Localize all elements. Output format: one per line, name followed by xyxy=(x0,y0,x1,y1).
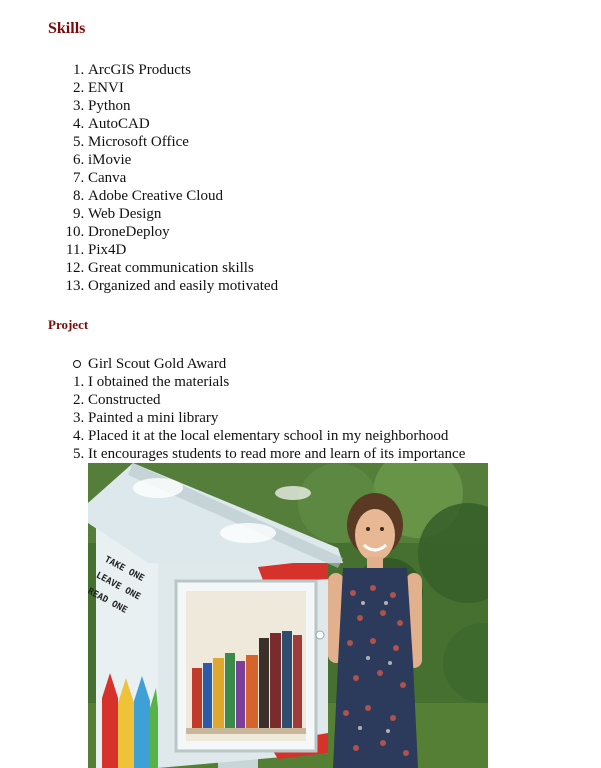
skill-item: Canva xyxy=(88,169,278,187)
skills-list: ArcGIS Products ENVI Python AutoCAD Micr… xyxy=(88,61,278,295)
skill-item: ArcGIS Products xyxy=(88,61,278,79)
skill-item: Adobe Creative Cloud xyxy=(88,187,278,205)
project-heading: Project xyxy=(48,317,89,332)
project-step-item: I obtained the materials xyxy=(88,373,465,391)
project-step-item: Constructed xyxy=(88,391,465,409)
skill-item: DroneDeploy xyxy=(88,223,278,241)
project-steps-list: I obtained the materials Constructed Pai… xyxy=(88,373,465,463)
project-bullet-item: Girl Scout Gold Award xyxy=(72,356,227,372)
little-library-photo: TAKE ONE LEAVE ONE READ ONE xyxy=(88,463,488,768)
resume-page: Skills ArcGIS Products ENVI Python AutoC… xyxy=(0,0,601,768)
project-step-item: Placed it at the local elementary school… xyxy=(88,427,465,445)
project-step-item: Painted a mini library xyxy=(88,409,465,427)
project-photo: TAKE ONE LEAVE ONE READ ONE xyxy=(88,463,488,768)
skill-item: Great communication skills xyxy=(88,259,278,277)
skill-item: AutoCAD xyxy=(88,115,278,133)
skill-item: Python xyxy=(88,97,278,115)
skill-item: Web Design xyxy=(88,205,278,223)
skill-item: Organized and easily motivated xyxy=(88,277,278,295)
skill-item: iMovie xyxy=(88,151,278,169)
project-bullet-list: Girl Scout Gold Award xyxy=(72,355,227,373)
project-step-item: It encourages students to read more and … xyxy=(88,445,465,463)
skill-item: ENVI xyxy=(88,79,278,97)
skill-item: Microsoft Office xyxy=(88,133,278,151)
skills-heading: Skills xyxy=(48,20,86,37)
skill-item: Pix4D xyxy=(88,241,278,259)
